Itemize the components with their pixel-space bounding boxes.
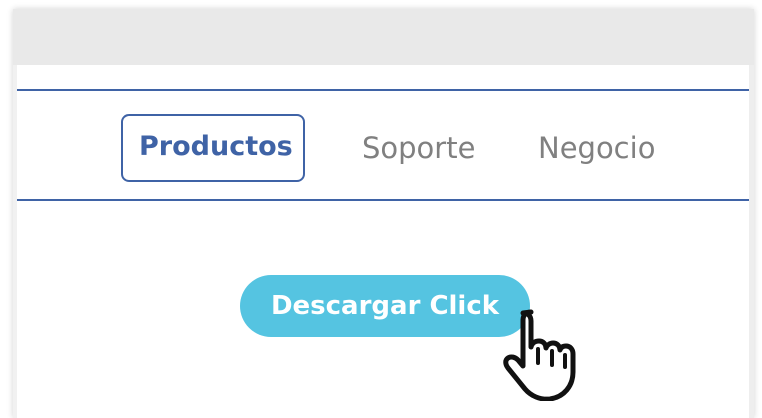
tab-soporte[interactable]: Soporte xyxy=(362,115,475,181)
hand-pointer-icon xyxy=(503,309,576,401)
browser-window: Productos Soporte Negocio Descargar Clic… xyxy=(13,9,754,418)
tab-negocio[interactable]: Negocio xyxy=(538,115,655,181)
page: Productos Soporte Negocio Descargar Clic… xyxy=(0,0,762,418)
download-button[interactable]: Descargar Click xyxy=(240,275,530,337)
window-titlebar xyxy=(13,9,754,65)
top-navigation: Productos Soporte Negocio xyxy=(17,89,749,201)
window-right-edge xyxy=(749,65,754,418)
tab-productos[interactable]: Productos xyxy=(121,114,305,182)
